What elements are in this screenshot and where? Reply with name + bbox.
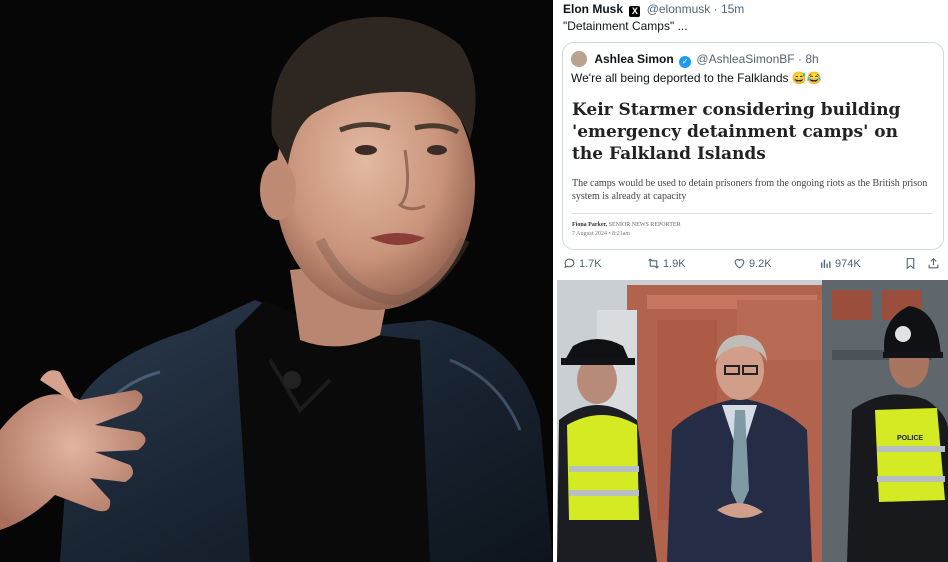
tweet-time[interactable]: 15m	[721, 2, 744, 16]
bookmark-icon	[906, 258, 915, 270]
starmer-police-photo: POLICE	[557, 280, 948, 562]
byline-name: Fiona Parker,	[572, 222, 608, 228]
tweet-author-name[interactable]: Elon Musk	[563, 2, 623, 16]
repost-icon	[648, 258, 659, 269]
views-count: 974K	[835, 257, 861, 270]
like-button[interactable]: 9.2K	[733, 257, 772, 270]
tweet-header: Elon Musk X @elonmusk · 15m	[563, 2, 744, 17]
tweet-handle[interactable]: @elonmusk	[647, 2, 711, 16]
reply-button[interactable]: 1.7K	[563, 257, 602, 270]
x-logo-icon: X	[629, 6, 641, 17]
byline-role: SENIOR NEWS REPORTER	[608, 222, 681, 228]
police-badge-text: POLICE	[897, 435, 923, 442]
repost-button[interactable]: 1.9K	[647, 257, 686, 270]
like-count: 9.2K	[749, 257, 772, 270]
article-headline: Keir Starmer considering building 'emerg…	[572, 100, 901, 164]
views-button[interactable]: 974K	[819, 257, 861, 270]
quote-header: Ashlea Simon ✓ @AshleaSimonBF · 8h	[571, 51, 819, 68]
tweet-separator: ·	[713, 2, 718, 16]
avatar[interactable]	[571, 51, 587, 67]
article-divider	[572, 213, 932, 214]
views-icon	[821, 259, 831, 268]
share-icon	[928, 257, 939, 269]
quoted-tweet-card[interactable]: Ashlea Simon ✓ @AshleaSimonBF · 8h We're…	[562, 42, 944, 250]
reply-icon	[564, 258, 575, 269]
elon-musk-photo	[0, 0, 553, 562]
share-button[interactable]	[927, 257, 940, 270]
tweet-screenshot: Elon Musk X @elonmusk · 15m "Detainment …	[557, 0, 948, 278]
heart-icon	[734, 259, 745, 269]
quote-text: We're all being deported to the Falkland…	[571, 71, 822, 85]
tweet-text: "Detainment Camps" ...	[563, 19, 688, 33]
quote-time[interactable]: 8h	[805, 52, 818, 66]
quote-handle[interactable]: @AshleaSimonBF	[696, 52, 794, 66]
verified-badge-icon: ✓	[679, 56, 692, 68]
quote-author-name[interactable]: Ashlea Simon	[594, 52, 673, 66]
reply-count: 1.7K	[579, 257, 602, 270]
tweet-actions: 1.7K 1.9K 9.2K 974K	[557, 256, 948, 274]
article-date: 7 August 2024 • 8:21am	[572, 231, 631, 237]
repost-count: 1.9K	[663, 257, 686, 270]
article-standfirst: The camps would be used to detain prison…	[572, 178, 928, 202]
article-byline: Fiona Parker, SENIOR NEWS REPORTER	[572, 222, 681, 228]
bookmark-button[interactable]	[904, 257, 917, 270]
article-screenshot: Keir Starmer considering building 'emerg…	[563, 91, 943, 249]
quote-separator: ·	[797, 52, 802, 66]
